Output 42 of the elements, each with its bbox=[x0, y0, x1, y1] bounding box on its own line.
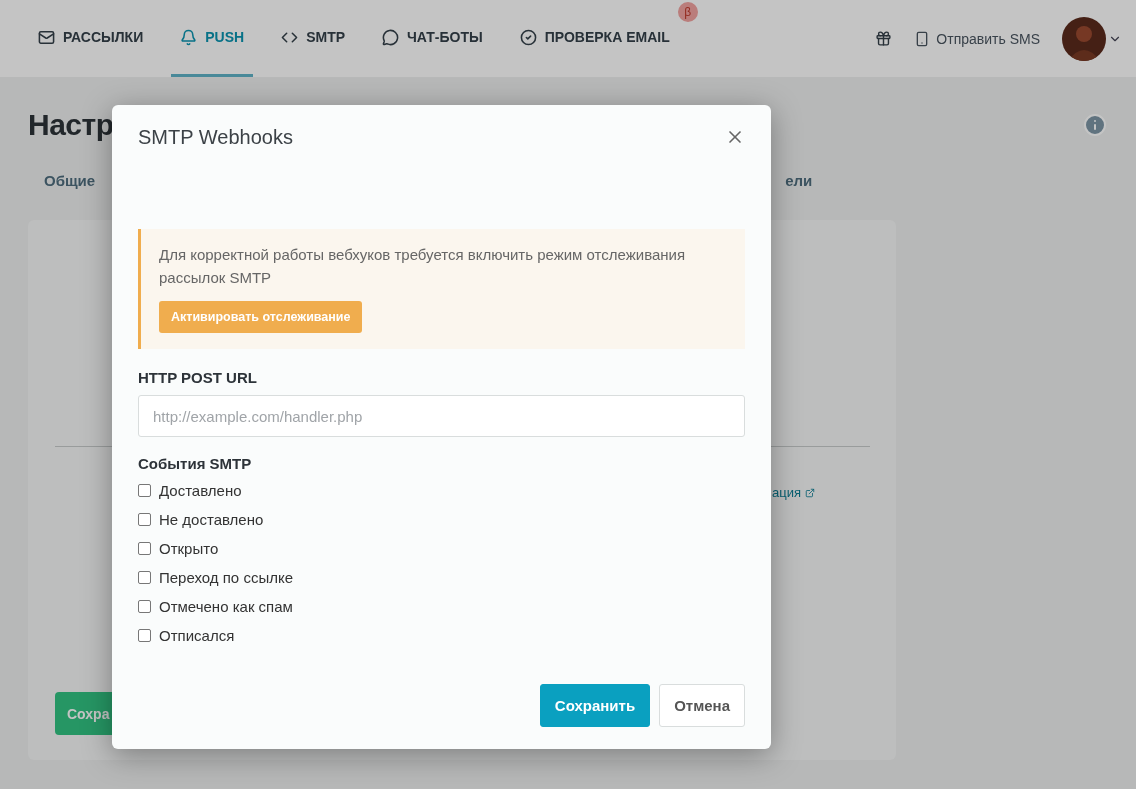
checkbox-label: Открыто bbox=[159, 540, 219, 557]
chat-icon bbox=[382, 28, 400, 46]
dialog-title: SMTP Webhooks bbox=[138, 125, 293, 149]
alert-text: Для корректной работы вебхуков требуется включить режим отслеживания рассылок SMTP bbox=[159, 245, 687, 288]
checkbox[interactable] bbox=[138, 600, 151, 613]
mail-icon bbox=[38, 28, 55, 46]
checkbox[interactable] bbox=[138, 513, 151, 526]
checkbox-label: Отписался bbox=[159, 627, 235, 644]
nav-tab[interactable]: ПРОВЕРКА EMAIL bbox=[510, 0, 679, 77]
cancel-button[interactable]: Отмена bbox=[659, 684, 745, 727]
beta-badge: β bbox=[677, 2, 698, 22]
checkbox-label: Отмечено как спам bbox=[159, 598, 293, 615]
check-circle-icon bbox=[519, 28, 537, 46]
checkbox[interactable] bbox=[138, 484, 151, 497]
nav-tab[interactable]: ЧАТ-БОТЫ bbox=[373, 0, 492, 77]
event-checkbox[interactable]: Не доставлено bbox=[138, 505, 745, 534]
avatar[interactable] bbox=[1062, 16, 1106, 61]
settings-tab[interactable]: Общие bbox=[28, 172, 112, 189]
section-label: События SMTP bbox=[138, 455, 253, 472]
settings-tab[interactable]: ели bbox=[769, 172, 829, 189]
docs-link[interactable]: ация bbox=[772, 485, 870, 500]
info-icon[interactable] bbox=[1083, 112, 1107, 137]
checkbox[interactable] bbox=[138, 542, 151, 555]
checkbox-label: Не доставлено bbox=[159, 511, 264, 528]
nav-tab[interactable]: SMTP bbox=[272, 0, 355, 77]
url-input[interactable]: http://example.com/handler.php bbox=[138, 395, 745, 437]
send-sms-link[interactable]: Отправить SMS bbox=[914, 30, 1040, 47]
external-link-icon bbox=[805, 487, 815, 498]
event-checkbox[interactable]: Переход по ссылке bbox=[138, 563, 745, 592]
page-title: Настр bbox=[28, 107, 114, 142]
event-checkbox[interactable]: Доставлено bbox=[138, 476, 745, 505]
bell-icon bbox=[180, 28, 198, 46]
checkbox-label: Доставлено bbox=[159, 482, 242, 499]
nav-tab[interactable]: РАССЫЛКИ bbox=[29, 0, 153, 77]
checkbox-label: Переход по ссылке bbox=[159, 569, 293, 586]
checkbox[interactable] bbox=[138, 629, 151, 642]
event-checkbox[interactable]: Открыто bbox=[138, 534, 745, 563]
checkbox[interactable] bbox=[138, 571, 151, 584]
event-checkbox[interactable]: Отмечено как спам bbox=[138, 592, 745, 621]
event-checkbox[interactable]: Отписался bbox=[138, 621, 745, 650]
gift-icon[interactable] bbox=[875, 30, 893, 47]
field-label: HTTP POST URL bbox=[138, 369, 258, 386]
